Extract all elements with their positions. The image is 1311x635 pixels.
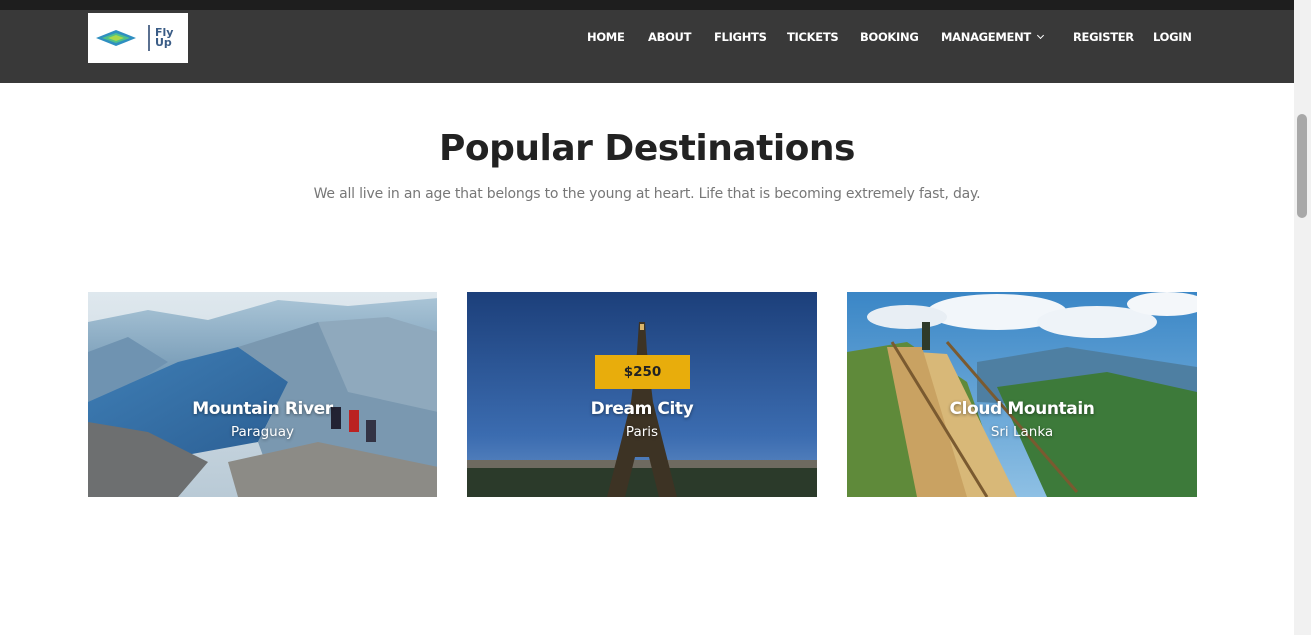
nav-management[interactable]: MANAGEMENT: [941, 30, 1044, 44]
vertical-scrollbar[interactable]: [1294, 0, 1311, 635]
dream-city-image: [467, 292, 817, 497]
price-badge: $250: [595, 355, 690, 389]
destination-name: Mountain River: [192, 399, 333, 419]
destination-location: Sri Lanka: [990, 424, 1054, 440]
nav-booking[interactable]: BOOKING: [860, 30, 919, 44]
logo-text-line2: Up: [155, 36, 172, 49]
destination-card-cloud-mountain[interactable]: Cloud Mountain Sri Lanka: [847, 292, 1197, 497]
mountain-river-image: [88, 292, 437, 497]
logo-mark-icon: [96, 30, 136, 46]
logo-divider: [148, 25, 150, 51]
scrollbar-thumb[interactable]: [1297, 114, 1307, 218]
destination-name: Dream City: [590, 399, 694, 419]
destination-name: Cloud Mountain: [949, 399, 1095, 419]
destination-card-mountain-river[interactable]: Mountain River Paraguay: [88, 292, 437, 497]
top-strip: [0, 0, 1294, 10]
site-logo[interactable]: Fly Up: [88, 13, 188, 63]
cloud-mountain-image: [847, 292, 1197, 497]
destination-location: Paraguay: [230, 424, 295, 440]
destination-location: Paris: [625, 424, 659, 440]
nav-about[interactable]: ABOUT: [648, 30, 691, 44]
nav-login[interactable]: LOGIN: [1153, 30, 1192, 44]
logo-text: Fly Up: [155, 27, 173, 49]
nav-management-label: MANAGEMENT: [941, 30, 1031, 44]
nav-tickets[interactable]: TICKETS: [787, 30, 839, 44]
destination-card-dream-city[interactable]: $250 Dream City Paris: [467, 292, 817, 497]
nav-flights[interactable]: FLIGHTS: [714, 30, 767, 44]
chevron-down-icon: [1036, 31, 1044, 40]
site-header: Fly Up HOME ABOUT FLIGHTS TICKETS BOOKIN…: [0, 10, 1294, 83]
section-title: Popular Destinations: [439, 128, 855, 169]
section-subtitle: We all live in an age that belongs to th…: [313, 186, 981, 202]
nav-register[interactable]: REGISTER: [1073, 30, 1134, 44]
nav-home[interactable]: HOME: [587, 30, 625, 44]
